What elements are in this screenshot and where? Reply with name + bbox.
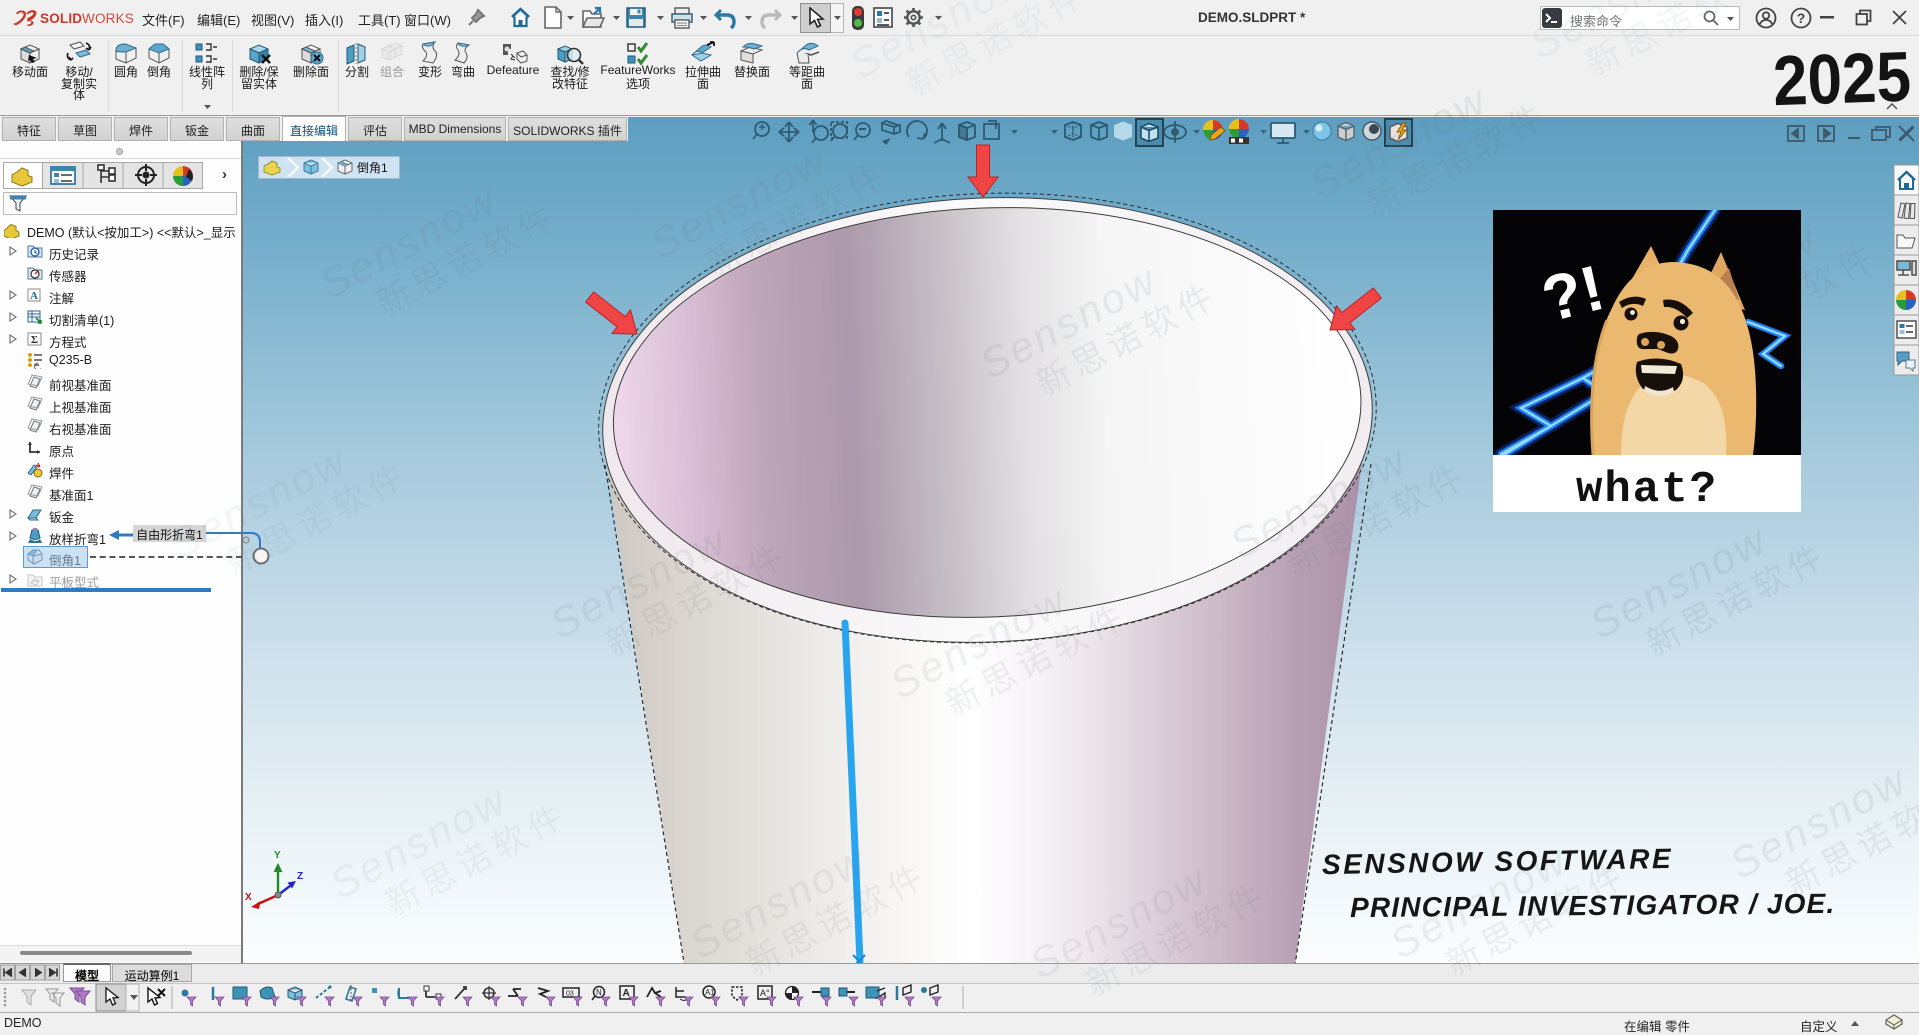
svg-text:SOLID: SOLID [40,11,82,26]
svg-text:X: X [245,892,252,903]
svg-text:A°: A° [760,988,770,998]
svg-text:A: A [30,290,38,302]
svg-text:Z: Z [297,871,303,882]
svg-text:倒角1: 倒角1 [357,161,388,175]
svg-text:N: N [596,988,602,997]
svg-text:03: 03 [566,991,574,998]
svg-text:WORKS: WORKS [82,11,134,26]
svg-text:Σ: Σ [31,334,38,346]
svg-text:what?: what? [1576,465,1718,512]
svg-text:?: ? [1797,10,1806,26]
svg-text:A1: A1 [705,988,715,997]
svg-text:Y: Y [274,850,281,861]
svg-text:A: A [623,988,630,999]
